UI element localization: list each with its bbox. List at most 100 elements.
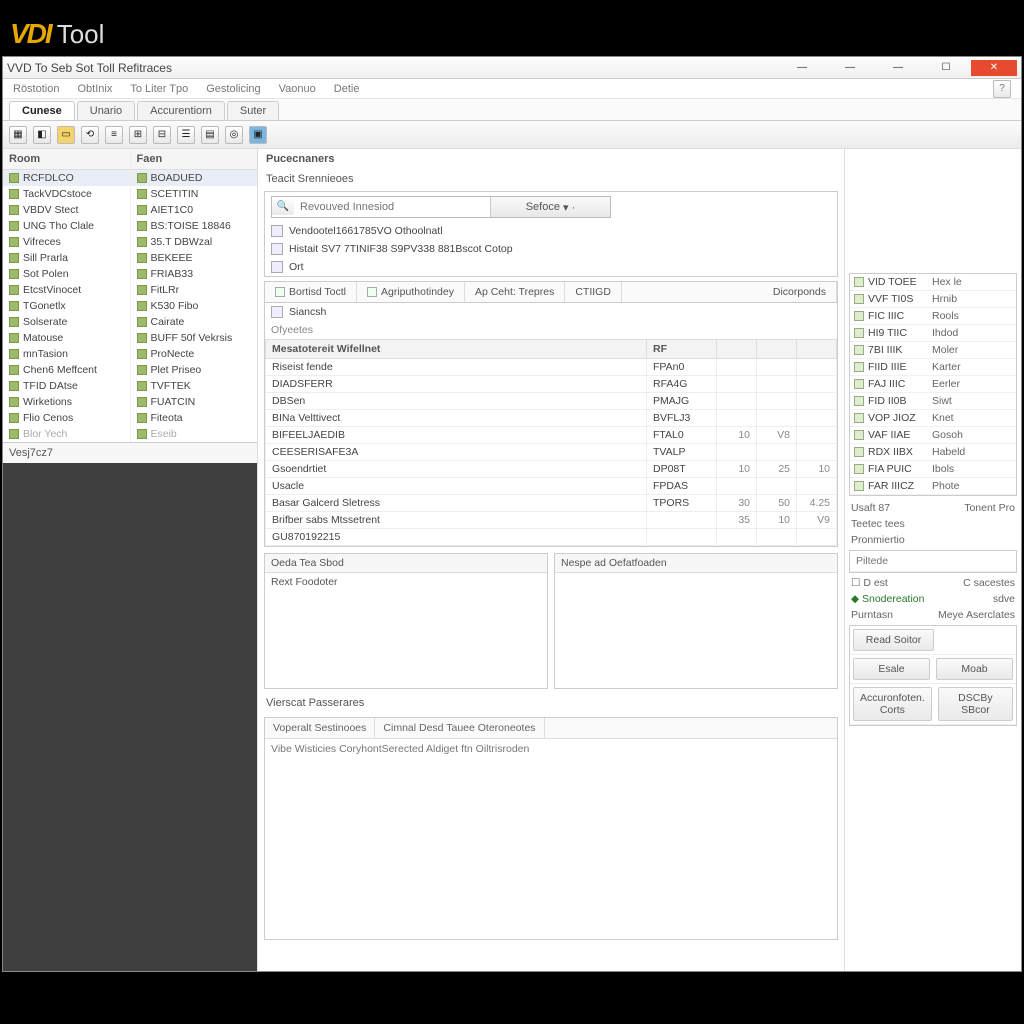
tree-item[interactable]: BEKEEE bbox=[131, 250, 258, 266]
inner-tab[interactable]: CTIIGD bbox=[565, 282, 622, 302]
inner-tab[interactable]: Ap Ceht: Trepres bbox=[465, 282, 565, 302]
tree-item[interactable]: TVFTEK bbox=[131, 378, 258, 394]
tree-item[interactable]: Sot Polen bbox=[3, 266, 130, 282]
tree-item[interactable]: BOADUED bbox=[131, 170, 258, 186]
db-icon[interactable]: ≡ bbox=[105, 126, 123, 144]
chart-icon[interactable]: ⊟ bbox=[153, 126, 171, 144]
tree-item[interactable]: FitLRr bbox=[131, 282, 258, 298]
menu-item[interactable]: Gestolicing bbox=[206, 83, 260, 95]
right-chk2[interactable]: ◆ Snodereationsdve bbox=[845, 591, 1021, 607]
tree-item[interactable]: Wirketions bbox=[3, 394, 130, 410]
table-row[interactable]: UsacleFPDAS bbox=[266, 478, 837, 495]
menu-item[interactable]: Röstotion bbox=[13, 83, 59, 95]
search-input[interactable] bbox=[294, 197, 490, 217]
table-row[interactable]: Brifber sabs Mtssetrent3510V9 bbox=[266, 512, 837, 529]
accom-button[interactable]: Accuronfoten. Corts bbox=[853, 687, 932, 721]
list-item[interactable]: RDX IIBXHabeld bbox=[850, 444, 1016, 461]
esale-button[interactable]: Esale bbox=[853, 658, 930, 680]
menu-item[interactable]: Vaonuo bbox=[279, 83, 316, 95]
tree-item[interactable]: RCFDLCO bbox=[3, 170, 130, 186]
tree-item[interactable]: Fiteota bbox=[131, 410, 258, 426]
grid-col-n1[interactable] bbox=[717, 340, 757, 359]
list-item[interactable]: VOP JIOZKnet bbox=[850, 410, 1016, 427]
table-row[interactable]: GU870192215 bbox=[266, 529, 837, 546]
table-row[interactable]: Riseist fendeFPAn0 bbox=[266, 359, 837, 376]
menu-item[interactable]: ObtInix bbox=[77, 83, 112, 95]
tree-item[interactable]: TGonetlx bbox=[3, 298, 130, 314]
list-item[interactable]: FAR IIICZPhote bbox=[850, 478, 1016, 495]
grid-col-n2[interactable] bbox=[757, 340, 797, 359]
doc-tab[interactable]: Cunese bbox=[9, 101, 75, 120]
right-chk3[interactable]: PurntasnMeye Aserclates bbox=[845, 607, 1021, 623]
table-row[interactable]: BIFEELJAEDIBFTAL010V8 bbox=[266, 427, 837, 444]
tree-item[interactable]: TackVDCstoce bbox=[3, 186, 130, 202]
tree-item[interactable]: Cairate bbox=[131, 314, 258, 330]
inner-tab[interactable]: Agriputhotindey bbox=[357, 282, 465, 302]
tree-item[interactable]: K530 Fibo bbox=[131, 298, 258, 314]
lower-tab[interactable]: Cimnal Desd Tauee Oteroneotes bbox=[375, 718, 544, 738]
doc-tab[interactable]: Suter bbox=[227, 101, 279, 120]
search-dropdown[interactable]: Sefoce ▾ · bbox=[490, 197, 610, 217]
list-item[interactable]: FIA PUICIbols bbox=[850, 461, 1016, 478]
right-field[interactable] bbox=[850, 551, 1016, 571]
fold-icon[interactable]: ▭ bbox=[57, 126, 75, 144]
car-icon[interactable]: ▤ bbox=[201, 126, 219, 144]
menu-item[interactable]: To Liter Tpo bbox=[130, 83, 188, 95]
tree-item[interactable]: Flio Cenos bbox=[3, 410, 130, 426]
grid-col-name[interactable]: Mesatotereit Wifellnet bbox=[266, 340, 647, 359]
doc-tab[interactable]: Unario bbox=[77, 101, 135, 120]
grid-icon[interactable]: ▦ bbox=[9, 126, 27, 144]
tree-item[interactable]: Sill Prarla bbox=[3, 250, 130, 266]
tree-item[interactable]: FUATCIN bbox=[131, 394, 258, 410]
lower-tab[interactable]: Voperalt Sestinooes bbox=[265, 718, 375, 738]
doc-tab[interactable]: Accurentiorn bbox=[137, 101, 225, 120]
read-button[interactable]: Read Soitor bbox=[853, 629, 934, 651]
tree-item[interactable]: BS:TOISE 18846 bbox=[131, 218, 258, 234]
menu-item[interactable]: Detie bbox=[334, 83, 360, 95]
minimize-button[interactable]: — bbox=[779, 60, 825, 76]
table-row[interactable]: DBSenPMAJG bbox=[266, 393, 837, 410]
maximize-button[interactable]: ☐ bbox=[923, 60, 969, 76]
tree-item[interactable]: TFID DAtse bbox=[3, 378, 130, 394]
help-icon[interactable]: ? bbox=[993, 80, 1011, 98]
tree-item[interactable]: Solserate bbox=[3, 314, 130, 330]
split-a-body[interactable] bbox=[265, 591, 547, 687]
tree-item[interactable]: Eseib bbox=[131, 426, 258, 442]
open-icon[interactable]: ◧ bbox=[33, 126, 51, 144]
list-item[interactable]: FIC IIICRools bbox=[850, 308, 1016, 325]
tree-item[interactable]: Matouse bbox=[3, 330, 130, 346]
tree-item[interactable]: UNG Tho Clale bbox=[3, 218, 130, 234]
list-item[interactable]: HI9 TIICIhdod bbox=[850, 325, 1016, 342]
list-item[interactable]: FIID IIIEKarter bbox=[850, 359, 1016, 376]
hidden-button-2[interactable]: — bbox=[875, 60, 921, 76]
tree-item[interactable]: SCETITIN bbox=[131, 186, 258, 202]
list-item[interactable]: 7BI IIIKMoler bbox=[850, 342, 1016, 359]
tree-item[interactable]: mnTasion bbox=[3, 346, 130, 362]
tree-item[interactable]: FRIAB33 bbox=[131, 266, 258, 282]
link-icon[interactable]: ⟲ bbox=[81, 126, 99, 144]
tree-item[interactable]: Plet Priseo bbox=[131, 362, 258, 378]
tree-item[interactable]: AIET1C0 bbox=[131, 202, 258, 218]
hidden-button-1[interactable]: — bbox=[827, 60, 873, 76]
tree-item[interactable]: Vifreces bbox=[3, 234, 130, 250]
props-icon[interactable]: ☰ bbox=[177, 126, 195, 144]
list-item[interactable]: FAJ IIICEerler bbox=[850, 376, 1016, 393]
subtab[interactable]: Siancsh bbox=[289, 306, 326, 318]
tree-item[interactable]: ProNecte bbox=[131, 346, 258, 362]
quick-row[interactable]: Vendootel1661785VO Othoolnatl bbox=[289, 225, 443, 237]
list-item[interactable]: FID II0BSiwt bbox=[850, 393, 1016, 410]
table-icon[interactable]: ⊞ bbox=[129, 126, 147, 144]
table-row[interactable]: GsoendrtietDP08T102510 bbox=[266, 461, 837, 478]
tree-item[interactable]: EtcstVinocet bbox=[3, 282, 130, 298]
table-row[interactable]: DIADSFERRRFA4G bbox=[266, 376, 837, 393]
close-button[interactable]: ✕ bbox=[971, 60, 1017, 76]
module-icon[interactable]: ▣ bbox=[249, 126, 267, 144]
dscopy-button[interactable]: DSCBy SBcor bbox=[938, 687, 1013, 721]
tree-item[interactable]: Chen6 Meffcent bbox=[3, 362, 130, 378]
grid-col-n3[interactable] bbox=[797, 340, 837, 359]
table-row[interactable]: BINa VelttivectBVFLJ3 bbox=[266, 410, 837, 427]
inner-tab[interactable]: Dicorponds bbox=[763, 282, 837, 302]
tree-item[interactable]: Blor Yech bbox=[3, 426, 130, 442]
list-item[interactable]: VID TOEEHex le bbox=[850, 274, 1016, 291]
grid-col-code[interactable]: RF bbox=[647, 340, 717, 359]
